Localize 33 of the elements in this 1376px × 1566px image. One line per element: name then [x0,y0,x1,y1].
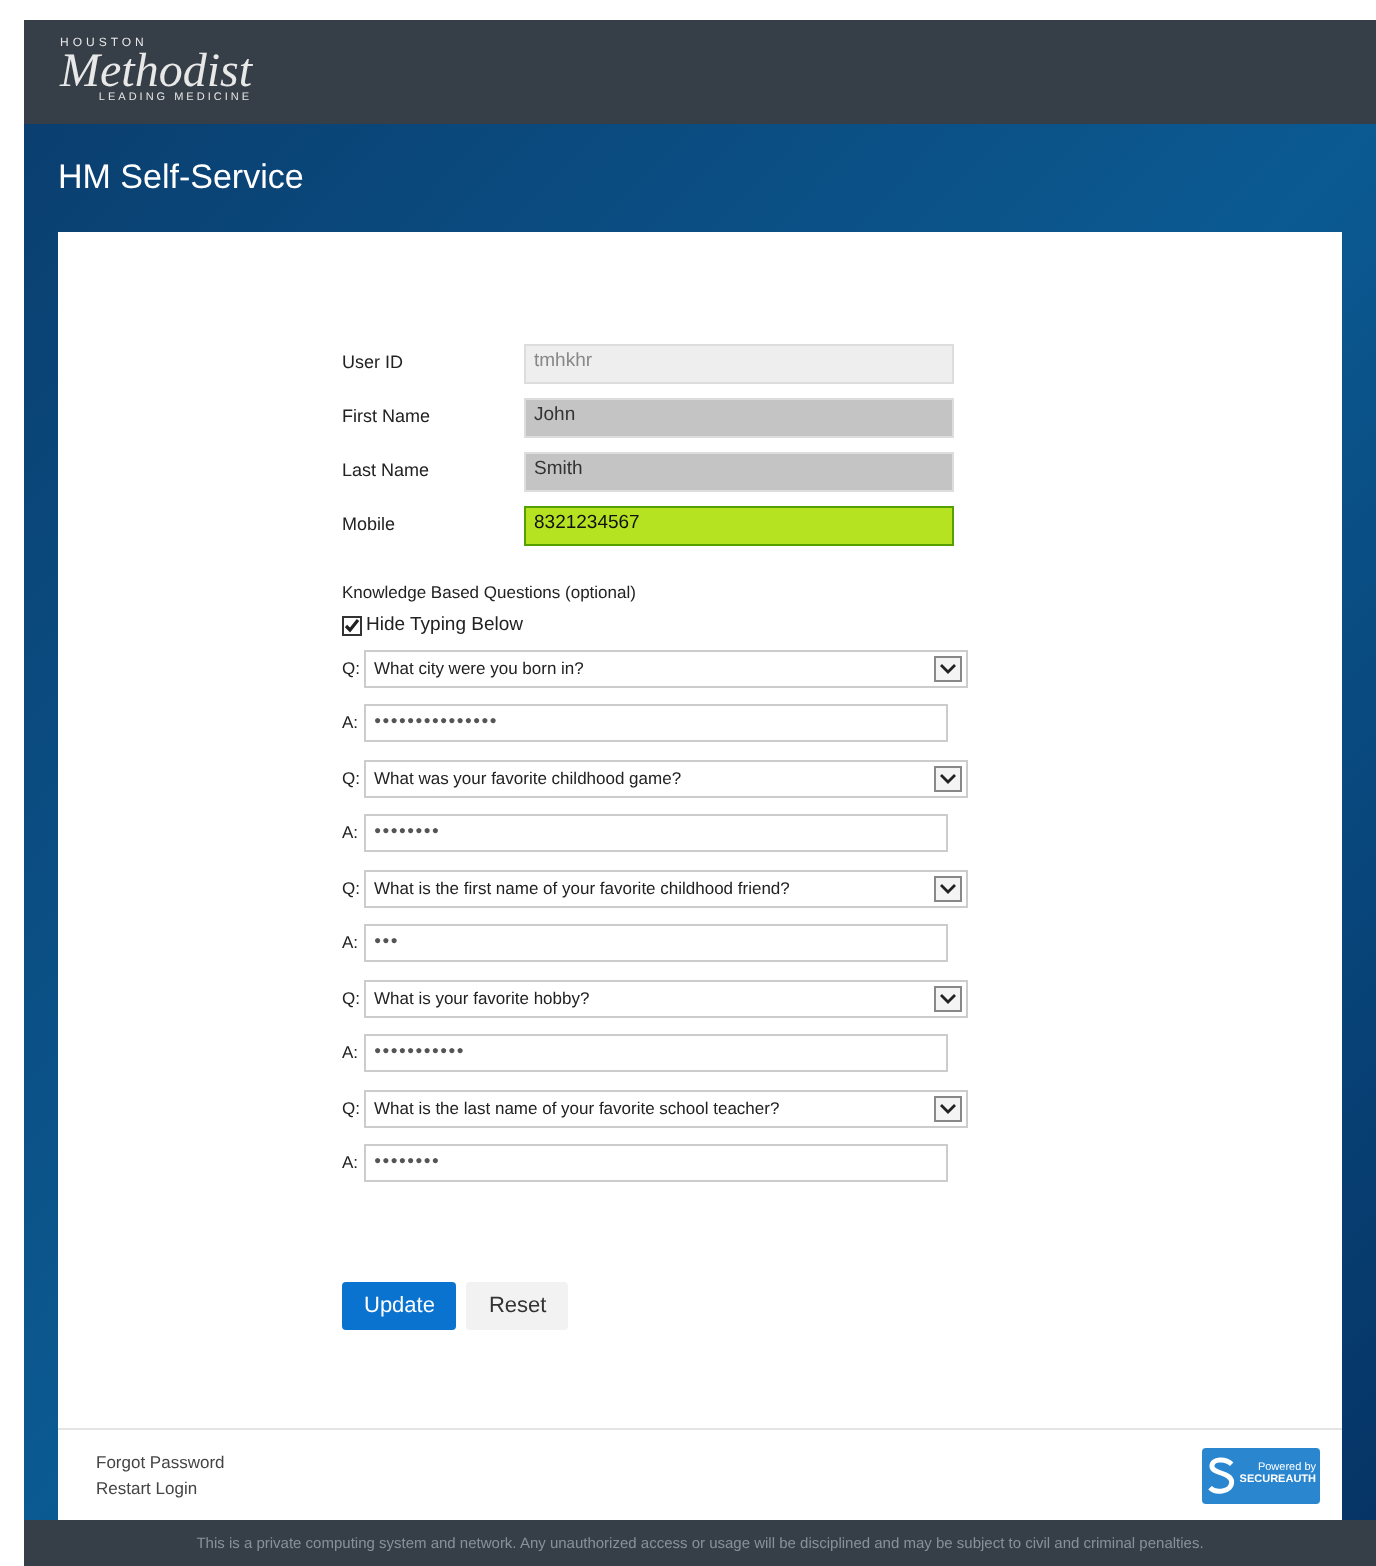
check-icon [344,617,360,634]
reset-button[interactable]: Reset [466,1281,569,1330]
answer-label: A: [342,929,361,956]
question-dropdown[interactable]: What is the last name of your favorite school teacher? [364,1089,968,1128]
s-logo-icon [1206,1455,1238,1495]
checkbox[interactable] [342,615,362,636]
logo-text: Methodist [60,50,252,95]
field-label: First Name [342,403,433,430]
text-field[interactable]: 8321234567 [524,505,954,545]
answer-label: A: [342,709,361,736]
question-dropdown[interactable]: What was your favorite childhood game? [364,759,968,798]
section-heading: Knowledge Based Questions (optional) [342,580,638,606]
update-button[interactable]: Update [342,1281,457,1330]
question-label: Q: [342,655,362,682]
text-field[interactable]: Smith [524,451,954,491]
question-label: Q: [342,765,362,792]
field-label: Mobile [342,511,398,538]
question-dropdown[interactable]: What city were you born in? [364,649,968,688]
question-label: Q: [342,1095,362,1122]
field-label: User ID [342,349,406,376]
field-label: Last Name [342,457,432,484]
answer-label: A: [342,1039,361,1066]
answer-label: A: [342,1149,361,1176]
page-title: HM Self-Service [58,156,304,201]
footer-link[interactable]: Forgot Password [96,1449,225,1475]
text-field[interactable]: John [524,397,954,437]
question-dropdown[interactable]: What is the first name of your favorite childhood friend? [364,869,968,908]
footer-link[interactable]: Restart Login [96,1475,225,1501]
question-label: Q: [342,875,362,902]
question-label: Q: [342,985,362,1012]
checkbox-label: Hide Typing Below [366,611,524,640]
question-dropdown[interactable]: What is your favorite hobby? [364,979,968,1018]
answer-label: A: [342,819,361,846]
